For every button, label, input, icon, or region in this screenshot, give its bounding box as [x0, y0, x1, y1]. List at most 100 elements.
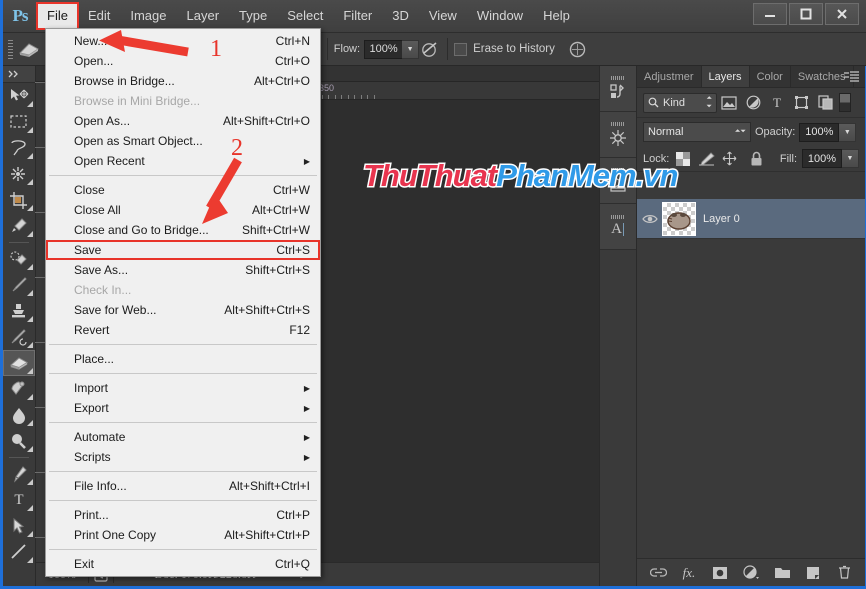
layer-list[interactable]: Layer 0 [637, 199, 865, 558]
tool-clone-stamp-tool[interactable] [3, 298, 35, 324]
menu-item-open-recent[interactable]: Open Recent▶ [46, 151, 320, 171]
tool-crop-tool[interactable] [3, 187, 35, 213]
opacity-field-group[interactable]: 100% ▼ [799, 123, 856, 142]
opacity-value[interactable]: 100% [799, 123, 839, 142]
menu-view[interactable]: View [420, 4, 466, 28]
options-bar-grip[interactable] [8, 40, 13, 59]
menu-item-close-all[interactable]: Close AllAlt+Ctrl+W [46, 200, 320, 220]
tool-horizontal-type-tool[interactable]: T [3, 487, 35, 513]
menu-file[interactable]: File [38, 4, 77, 28]
layer-mask-icon[interactable] [711, 564, 729, 582]
tool-blur-tool[interactable] [3, 402, 35, 428]
menu-item-export[interactable]: Export▶ [46, 398, 320, 418]
tool-eyedropper-tool[interactable] [3, 213, 35, 239]
menu-item-file-info[interactable]: File Info...Alt+Shift+Ctrl+I [46, 476, 320, 496]
tool-dodge-tool[interactable] [3, 428, 35, 454]
blend-stepper-arrows[interactable]: ⏶⏷ [735, 128, 746, 136]
flow-control[interactable]: 100% ▼ [364, 40, 419, 59]
adjustment-layer-icon[interactable] [742, 564, 760, 582]
menu-item-place[interactable]: Place... [46, 349, 320, 369]
pixel-layer-filter-icon[interactable] [717, 92, 741, 114]
tab-color[interactable]: Color [750, 66, 791, 87]
menu-filter[interactable]: Filter [334, 4, 381, 28]
menu-item-print-one-copy[interactable]: Print One CopyAlt+Shift+Ctrl+P [46, 525, 320, 545]
layer-thumbnail[interactable] [663, 203, 695, 235]
tool-gradient-tool[interactable] [3, 376, 35, 402]
menu-item-open[interactable]: Open...Ctrl+O [46, 51, 320, 71]
airbrush-icon[interactable] [419, 38, 441, 60]
menu-window[interactable]: Window [468, 4, 532, 28]
layer-visibility-toggle[interactable] [637, 213, 663, 225]
menu-3d[interactable]: 3D [383, 4, 418, 28]
new-layer-icon[interactable] [804, 564, 822, 582]
flow-value[interactable]: 100% [364, 40, 402, 59]
tab-layers[interactable]: Layers [702, 66, 750, 87]
menu-item-revert[interactable]: RevertF12 [46, 320, 320, 340]
shape-layer-filter-icon[interactable] [789, 92, 813, 114]
fill-value[interactable]: 100% [802, 149, 842, 168]
tool-line-shape-tool[interactable] [3, 539, 35, 565]
tool-magic-wand-tool[interactable] [3, 161, 35, 187]
menu-item-close-and-go-to-bridge[interactable]: Close and Go to Bridge...Shift+Ctrl+W [46, 220, 320, 240]
opacity-dropdown-arrow[interactable]: ▼ [839, 123, 856, 142]
menu-item-close[interactable]: CloseCtrl+W [46, 180, 320, 200]
tool-history-brush-tool[interactable] [3, 324, 35, 350]
close-button[interactable] [825, 3, 859, 25]
maximize-button[interactable] [789, 3, 823, 25]
lock-position-icon[interactable] [720, 150, 738, 168]
delete-layer-icon[interactable] [835, 564, 853, 582]
history-panel-icon[interactable] [600, 66, 636, 112]
flow-dropdown-arrow[interactable]: ▼ [402, 40, 419, 59]
file-menu-dropdown[interactable]: New...Ctrl+NOpen...Ctrl+OBrowse in Bridg… [45, 28, 321, 577]
panel-menu-icon[interactable] [844, 71, 860, 83]
menu-type[interactable]: Type [230, 4, 276, 28]
adjustment-layer-filter-icon[interactable] [741, 92, 765, 114]
tool-spot-healing-brush-tool[interactable] [3, 246, 35, 272]
erase-to-history-checkbox[interactable] [454, 43, 467, 56]
menu-item-print[interactable]: Print...Ctrl+P [46, 505, 320, 525]
menu-item-exit[interactable]: ExitCtrl+Q [46, 554, 320, 574]
layer-style-icon[interactable]: fx. [680, 564, 698, 582]
layer-filter-kind-select[interactable]: Kind ⏶⏷ [643, 93, 717, 113]
menu-image[interactable]: Image [121, 4, 175, 28]
tab-adjustments[interactable]: Adjustmer [637, 66, 702, 87]
menu-item-automate[interactable]: Automate▶ [46, 427, 320, 447]
tablet-pressure-size-icon[interactable] [567, 38, 589, 60]
table-row[interactable]: Layer 0 [637, 199, 865, 239]
smart-object-filter-icon[interactable] [813, 92, 837, 114]
menu-item-save[interactable]: SaveCtrl+S [46, 240, 320, 260]
layer-name[interactable]: Layer 0 [703, 213, 740, 225]
fill-field-group[interactable]: 100% ▼ [802, 149, 859, 168]
tool-rectangular-marquee-tool[interactable] [3, 109, 35, 135]
lock-image-pixels-icon[interactable] [697, 150, 715, 168]
new-group-icon[interactable] [773, 564, 791, 582]
link-layers-icon[interactable] [649, 564, 667, 582]
toolbox-collapse-button[interactable] [3, 66, 35, 83]
menu-item-browse-in-bridge[interactable]: Browse in Bridge...Alt+Ctrl+O [46, 71, 320, 91]
actions-panel-icon[interactable] [600, 112, 636, 158]
tool-path-selection-tool[interactable] [3, 513, 35, 539]
tool-lasso-tool[interactable] [3, 135, 35, 161]
menu-item-save-as[interactable]: Save As...Shift+Ctrl+S [46, 260, 320, 280]
character-panel-icon[interactable]: A| [600, 204, 636, 250]
menu-help[interactable]: Help [534, 4, 579, 28]
menu-select[interactable]: Select [278, 4, 332, 28]
kind-stepper-arrows[interactable]: ⏶⏷ [706, 95, 712, 111]
blend-mode-select[interactable]: Normal ⏶⏷ [643, 122, 751, 142]
menu-item-save-for-web[interactable]: Save for Web...Alt+Shift+Ctrl+S [46, 300, 320, 320]
menu-item-new[interactable]: New...Ctrl+N [46, 31, 320, 51]
tool-move-tool[interactable] [3, 83, 35, 109]
menu-item-scripts[interactable]: Scripts▶ [46, 447, 320, 467]
minimize-button[interactable] [753, 3, 787, 25]
tool-preset-picker[interactable] [3, 34, 47, 65]
menu-item-open-as-smart-object[interactable]: Open as Smart Object... [46, 131, 320, 151]
layer-filter-toggle[interactable] [839, 93, 851, 112]
type-layer-filter-icon[interactable]: T [765, 92, 789, 114]
menu-item-open-as[interactable]: Open As...Alt+Shift+Ctrl+O [46, 111, 320, 131]
menu-edit[interactable]: Edit [79, 4, 119, 28]
tool-eraser-tool[interactable] [3, 350, 35, 376]
menu-item-import[interactable]: Import▶ [46, 378, 320, 398]
menu-layer[interactable]: Layer [178, 4, 229, 28]
tool-pen-tool[interactable] [3, 461, 35, 487]
lock-all-icon[interactable] [747, 150, 765, 168]
